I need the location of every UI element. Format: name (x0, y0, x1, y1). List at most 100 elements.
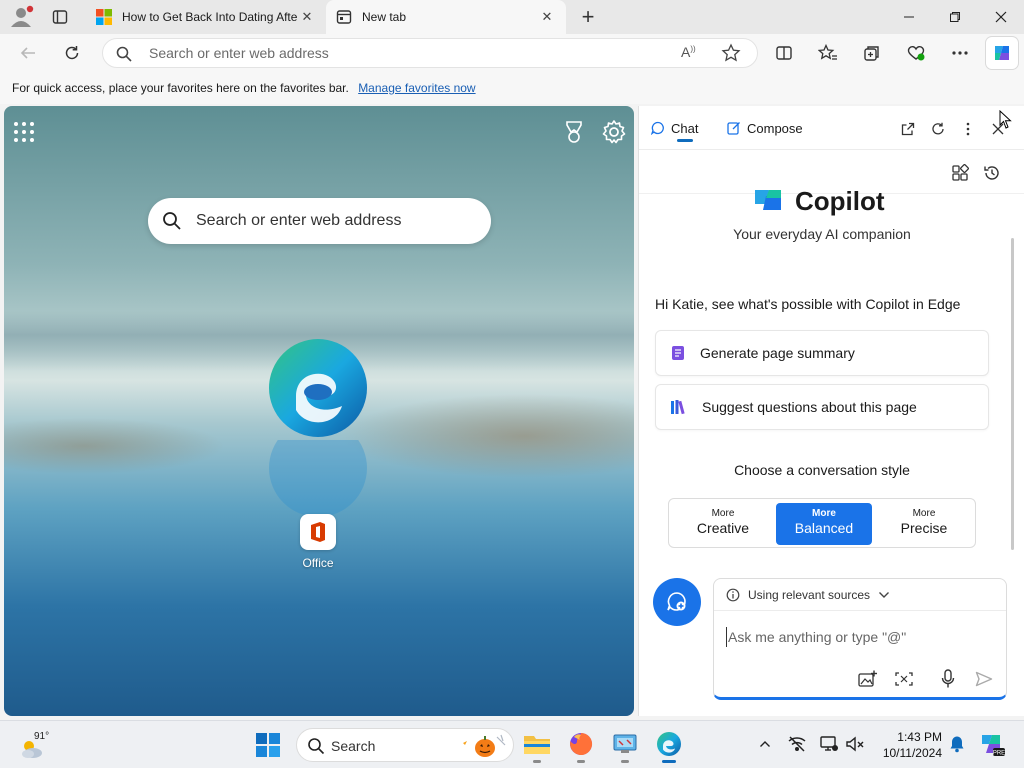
running-indicator (533, 760, 541, 763)
suggestion-label: Suggest questions about this page (702, 399, 917, 415)
address-input[interactable] (149, 43, 669, 63)
compose-pen-icon (727, 122, 740, 135)
ntp-search-input[interactable] (196, 211, 476, 231)
tab-compose[interactable]: Compose (727, 118, 803, 138)
control-panel-icon[interactable] (610, 729, 640, 763)
firefox-icon[interactable] (566, 729, 596, 763)
address-bar[interactable]: A)) (102, 38, 758, 68)
suggestion-label: Generate page summary (700, 345, 855, 361)
clock-time: 1:43 PM (897, 730, 942, 744)
new-tab-button[interactable]: + (574, 4, 602, 29)
system-clock[interactable]: 1:43 PM 10/11/2024 (870, 729, 942, 761)
chat-input-box: Using relevant sources (713, 578, 1007, 700)
screenshot-capture-icon[interactable] (892, 667, 916, 691)
open-in-new-icon[interactable] (897, 118, 919, 140)
copilot-brand: Copilot (751, 188, 885, 218)
read-aloud-icon[interactable]: A)) (681, 44, 696, 60)
office-tile-icon[interactable] (300, 514, 336, 550)
ntp-search-box[interactable] (148, 198, 491, 244)
restore-icon[interactable] (932, 0, 978, 34)
style-creative-button[interactable]: More Creative (675, 503, 771, 545)
browser-toolbar: A)) (0, 34, 1024, 72)
conversation-style-heading: Choose a conversation style (734, 462, 910, 478)
style-precise-button[interactable]: More Precise (876, 503, 972, 545)
tab-dating-article[interactable]: How to Get Back Into Dating Afte ✕ (86, 0, 326, 34)
chevron-down-icon (879, 591, 890, 598)
favorite-star-icon[interactable] (721, 43, 741, 63)
tab-actions-icon[interactable] (46, 6, 74, 28)
copilot-toolbar-button[interactable] (986, 37, 1018, 69)
show-hidden-icons-chevron-up-icon[interactable] (754, 733, 776, 755)
notification-bell-icon[interactable] (946, 733, 968, 755)
copilot-greeting: Hi Katie, see what's possible with Copil… (655, 296, 961, 312)
style-balanced-button[interactable]: More Balanced (776, 503, 872, 545)
collections-icon[interactable] (858, 39, 886, 67)
taskbar-search-input[interactable] (331, 737, 451, 755)
copilot-sidebar: Chat Compose Copilot Your everyday AI co… (638, 106, 1024, 716)
copilot-icon (995, 46, 1009, 60)
windows-start-icon[interactable] (256, 733, 280, 757)
style-name-label: Precise (900, 520, 948, 536)
settings-gear-icon[interactable] (600, 118, 628, 146)
active-app-indicator (662, 760, 676, 763)
chat-input[interactable] (726, 627, 996, 647)
copilot-brand-text: Copilot (795, 188, 885, 216)
new-tab-page: Office (4, 106, 634, 716)
search-icon (308, 738, 325, 755)
svg-text:PRE: PRE (993, 751, 1005, 757)
tab-title: How to Get Back Into Dating Afte (122, 10, 298, 24)
add-image-icon[interactable] (856, 667, 880, 691)
send-icon[interactable] (972, 667, 996, 691)
style-name-label: Creative (696, 520, 750, 536)
display-icon[interactable] (818, 733, 840, 755)
new-topic-button[interactable] (653, 578, 701, 626)
rewards-trophy-icon[interactable] (560, 118, 588, 146)
more-options-icon[interactable] (946, 39, 974, 67)
manage-favorites-link[interactable]: Manage favorites now (358, 81, 475, 95)
suggestion-page-summary[interactable]: Generate page summary (655, 330, 989, 376)
network-icon[interactable] (786, 733, 808, 755)
favorites-icon[interactable] (814, 39, 842, 67)
microphone-icon[interactable] (936, 667, 960, 691)
profile-avatar-icon[interactable] (8, 5, 34, 29)
style-more-label: More (812, 508, 836, 519)
tab-chat[interactable]: Chat (651, 118, 698, 138)
microsoft-logo-icon (96, 9, 112, 25)
sidebar-scrollbar[interactable] (1011, 238, 1014, 550)
close-tab-icon[interactable]: ✕ (298, 8, 316, 26)
sources-dropdown[interactable]: Using relevant sources (714, 579, 1006, 611)
office-tile-label: Office (302, 556, 334, 570)
copilot-tagline: Your everyday AI companion (733, 226, 911, 242)
refresh-chat-icon[interactable] (927, 118, 949, 140)
new-tab-page-icon (336, 10, 352, 24)
edge-taskbar-icon[interactable] (654, 729, 684, 763)
split-screen-icon[interactable] (770, 39, 798, 67)
close-tab-icon[interactable]: ✕ (538, 8, 556, 26)
history-icon[interactable] (981, 162, 1003, 184)
plugins-icon[interactable] (949, 162, 971, 184)
running-indicator (577, 760, 585, 763)
mouse-cursor-icon (999, 110, 1012, 129)
close-window-icon[interactable] (978, 0, 1024, 34)
favorites-bar: For quick access, place your favorites h… (0, 72, 1024, 104)
active-tab-indicator (677, 139, 693, 142)
app-launcher-icon[interactable] (12, 120, 36, 144)
search-icon (163, 212, 181, 230)
weather-widget[interactable]: 91° (18, 729, 58, 761)
books-icon (671, 400, 685, 415)
back-arrow-icon[interactable] (14, 39, 42, 67)
more-options-vertical-icon[interactable] (957, 118, 979, 140)
volume-muted-icon[interactable] (844, 733, 866, 755)
sources-label: Using relevant sources (748, 587, 871, 602)
tab-new-tab[interactable]: New tab ✕ (326, 0, 566, 34)
suggestion-questions[interactable]: Suggest questions about this page (655, 384, 989, 430)
performance-heart-icon[interactable] (902, 39, 930, 67)
copilot-taskbar-icon[interactable]: PRE (978, 730, 1006, 758)
minimize-icon[interactable] (886, 0, 932, 34)
file-explorer-icon[interactable] (522, 729, 552, 763)
tab-title: New tab (362, 10, 407, 24)
taskbar-search-box[interactable] (296, 728, 514, 762)
refresh-icon[interactable] (58, 39, 86, 67)
tab-compose-label: Compose (747, 120, 803, 136)
halloween-pumpkin-icon (463, 734, 506, 757)
